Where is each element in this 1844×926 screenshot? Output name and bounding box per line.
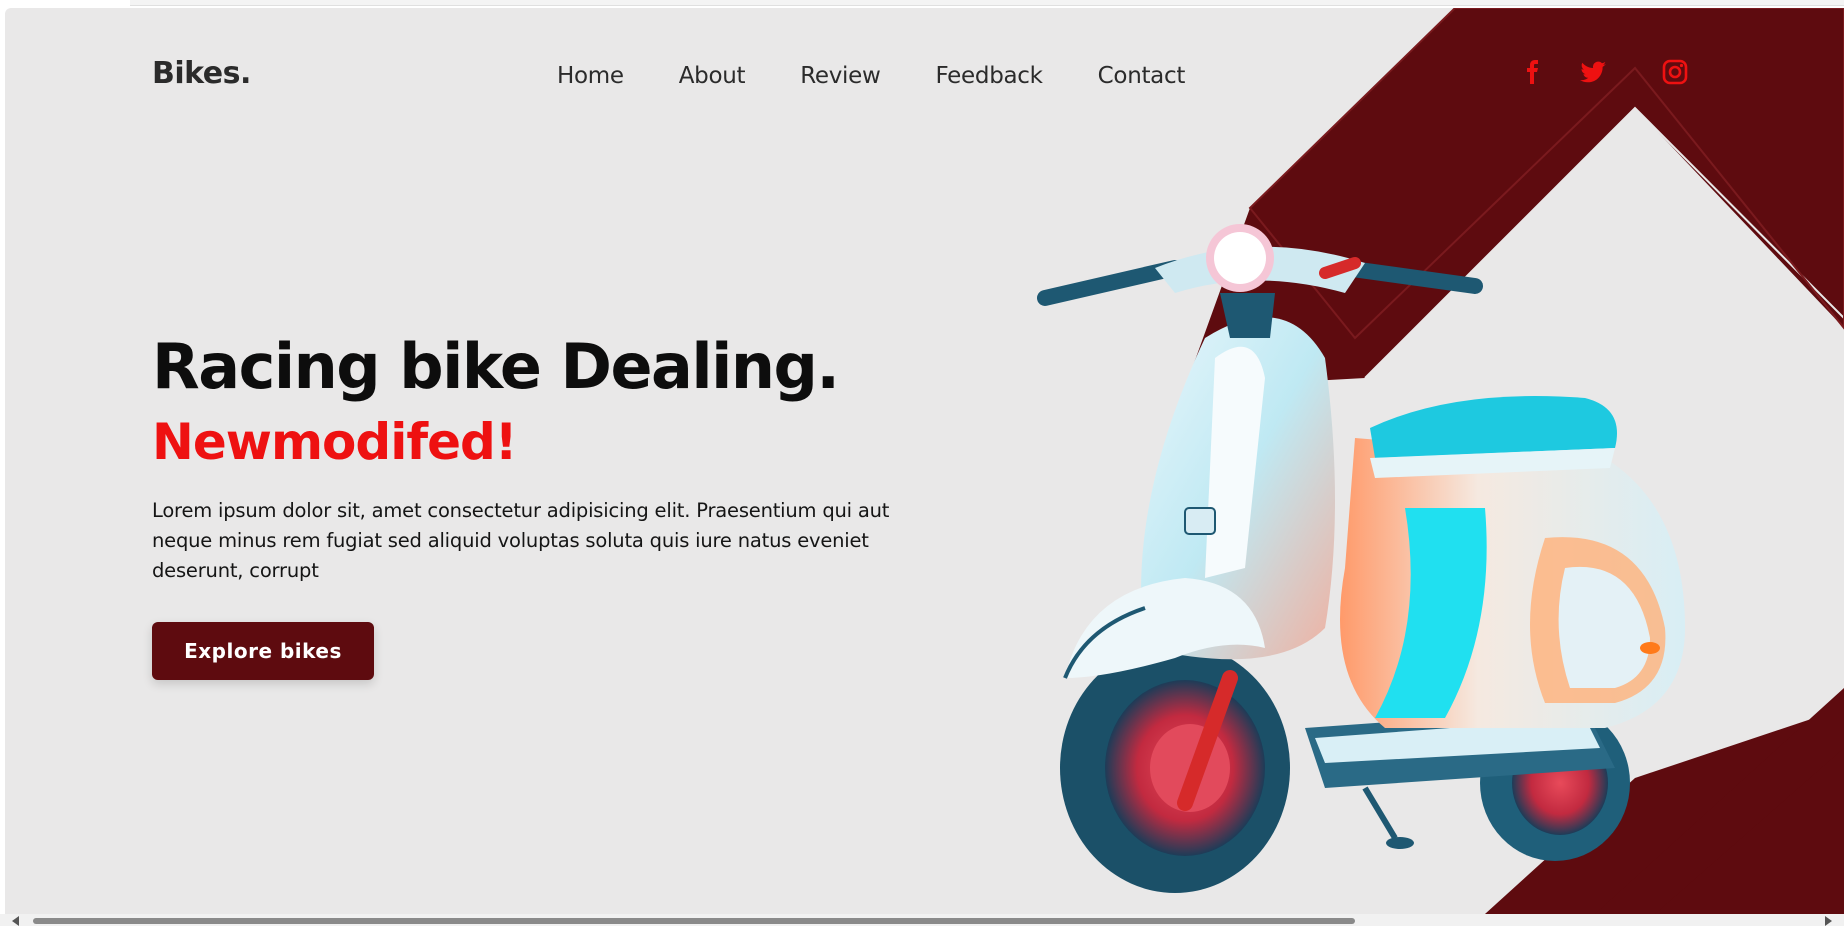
landing-page: Bikes. Home About Review Feedback Contac… [5,8,1844,914]
main-nav: Home About Review Feedback Contact [557,63,1240,89]
scroll-right-icon[interactable] [1825,916,1832,926]
nav-about[interactable]: About [679,63,746,89]
nav-feedback[interactable]: Feedback [936,63,1043,89]
nav-home[interactable]: Home [557,63,624,89]
nav-review[interactable]: Review [800,63,881,89]
scooter-image [1037,224,1685,893]
nav-contact[interactable]: Contact [1098,63,1186,89]
horizontal-scrollbar[interactable] [0,914,1844,926]
facebook-icon[interactable] [1517,56,1549,88]
hero-description: Lorem ipsum dolor sit, amet consectetur … [152,499,890,582]
hero-title: Racing bike Dealing. [152,330,840,403]
scrollbar-thumb[interactable] [33,918,1355,924]
instagram-icon[interactable] [1659,56,1691,88]
scroll-left-icon[interactable] [12,916,19,926]
hero-subtitle: Newmodifed! [152,413,518,471]
explore-bikes-button[interactable]: Explore bikes [152,622,374,680]
twitter-icon[interactable] [1577,56,1609,88]
brand-logo[interactable]: Bikes. [152,56,251,91]
browser-top-edge [130,0,1844,6]
